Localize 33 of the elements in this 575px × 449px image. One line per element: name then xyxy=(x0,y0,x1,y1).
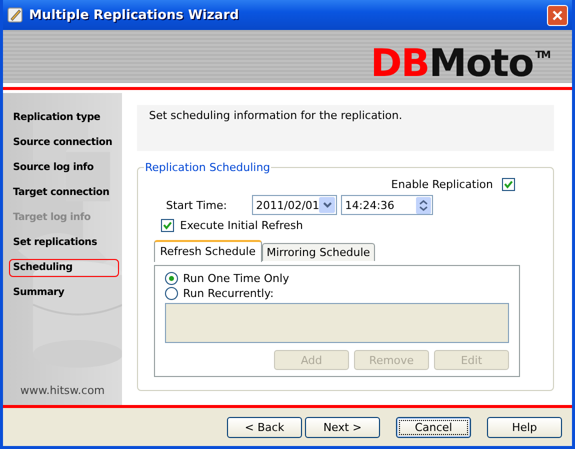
wizard-step[interactable]: Set replications xyxy=(9,234,119,252)
close-button[interactable] xyxy=(547,4,568,26)
enable-replication-checkbox[interactable] xyxy=(502,178,515,191)
wizard-button[interactable]: Next > xyxy=(305,416,380,438)
initial-refresh-label: Execute Initial Refresh xyxy=(180,219,303,232)
time-field[interactable]: 14:24:36 xyxy=(341,195,433,215)
chevron-down-icon xyxy=(322,202,332,208)
wizard-step[interactable]: Source connection xyxy=(9,134,119,152)
close-icon xyxy=(552,10,563,20)
schedule-tab[interactable]: Mirroring Schedule xyxy=(262,243,376,261)
check-icon xyxy=(163,221,172,230)
window-title: Multiple Replications Wizard xyxy=(29,8,240,22)
group-title: Replication Scheduling xyxy=(144,161,272,174)
enable-replication-label: Enable Replication xyxy=(391,178,493,191)
wizard-step[interactable]: Replication type xyxy=(9,109,119,127)
wizard-button[interactable]: Cancel xyxy=(396,416,471,438)
wizard-button[interactable]: < Back xyxy=(227,416,302,438)
radio-button[interactable] xyxy=(165,287,178,300)
instructions-text: Set scheduling information for the replication. xyxy=(137,105,554,151)
radio-label: Run Recurrently: xyxy=(183,287,274,300)
initial-refresh-checkbox[interactable] xyxy=(161,219,174,232)
wizard-button[interactable]: Help xyxy=(487,416,562,438)
wizard-pencil-icon xyxy=(7,7,23,23)
wizard-step[interactable]: Target connection xyxy=(9,184,119,202)
start-time-label: Start Time: xyxy=(165,198,228,212)
date-picker[interactable]: 2011/02/01 xyxy=(252,195,337,215)
wizard-step[interactable]: Summary xyxy=(9,284,119,302)
radio-button[interactable] xyxy=(165,272,178,285)
schedule-tab[interactable]: Refresh Schedule xyxy=(154,240,262,262)
wizard-step[interactable]: Source log info xyxy=(9,159,119,177)
wizard-step[interactable]: Scheduling xyxy=(9,259,119,277)
radio-label: Run One Time Only xyxy=(183,272,290,285)
check-icon xyxy=(504,180,513,189)
